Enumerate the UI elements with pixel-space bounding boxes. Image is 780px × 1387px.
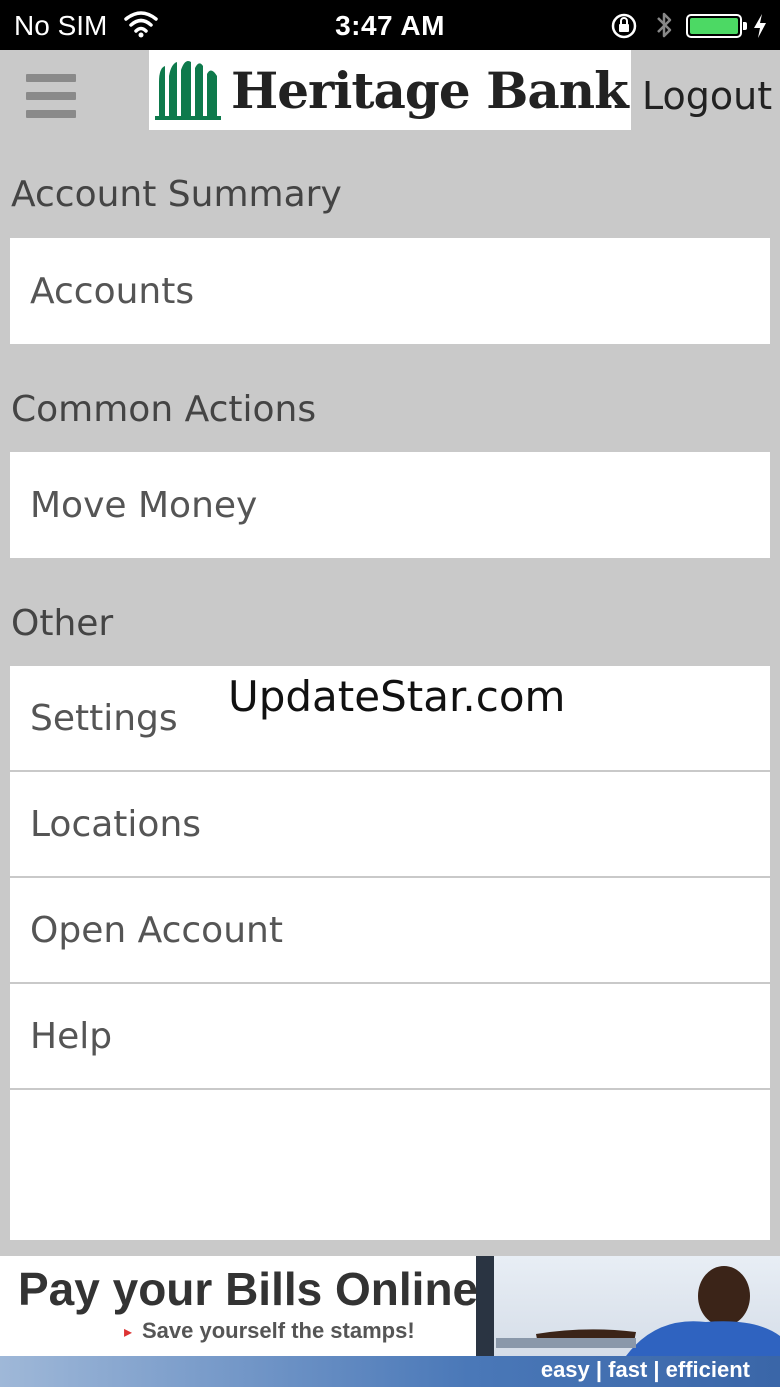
banner-photo bbox=[476, 1256, 780, 1356]
bluetooth-icon bbox=[654, 10, 674, 45]
logout-button[interactable]: Logout bbox=[642, 74, 772, 118]
other-list: Settings Locations Open Account Help bbox=[10, 666, 770, 1240]
hamburger-icon bbox=[26, 74, 76, 82]
heritage-columns-icon bbox=[155, 61, 221, 120]
watermark-text: UpdateStar.com bbox=[228, 672, 566, 721]
banner-tagline: easy | fast | efficient bbox=[540, 1357, 750, 1382]
menu-item-move-money[interactable]: Move Money bbox=[10, 452, 770, 558]
status-bar: No SIM 3:47 AM bbox=[0, 0, 780, 50]
hamburger-menu-button[interactable] bbox=[26, 74, 76, 118]
account-summary-list: Accounts bbox=[10, 238, 770, 344]
menu-item-locations[interactable]: Locations bbox=[10, 772, 770, 878]
section-title-common-actions: Common Actions bbox=[11, 389, 317, 430]
menu-item-help[interactable]: Help bbox=[10, 984, 770, 1090]
banner-headline: Pay your Bills Online bbox=[18, 1263, 479, 1315]
section-title-account-summary: Account Summary bbox=[11, 174, 342, 215]
charging-icon bbox=[752, 12, 768, 45]
bank-logo: Heritage Bank bbox=[149, 50, 631, 130]
ad-banner[interactable]: Pay your Bills Online ▸ Save yourself th… bbox=[0, 1256, 780, 1387]
banner-subline: Save yourself the stamps! bbox=[142, 1318, 415, 1343]
menu-item-open-account[interactable]: Open Account bbox=[10, 878, 770, 984]
rotation-lock-icon bbox=[610, 12, 638, 45]
battery-icon bbox=[686, 14, 747, 38]
logo-text: Heritage Bank bbox=[231, 60, 629, 120]
common-actions-list: Move Money bbox=[10, 452, 770, 558]
menu-item-accounts[interactable]: Accounts bbox=[10, 238, 770, 344]
arrow-right-icon: ▸ bbox=[124, 1322, 133, 1341]
section-title-other: Other bbox=[11, 603, 114, 644]
